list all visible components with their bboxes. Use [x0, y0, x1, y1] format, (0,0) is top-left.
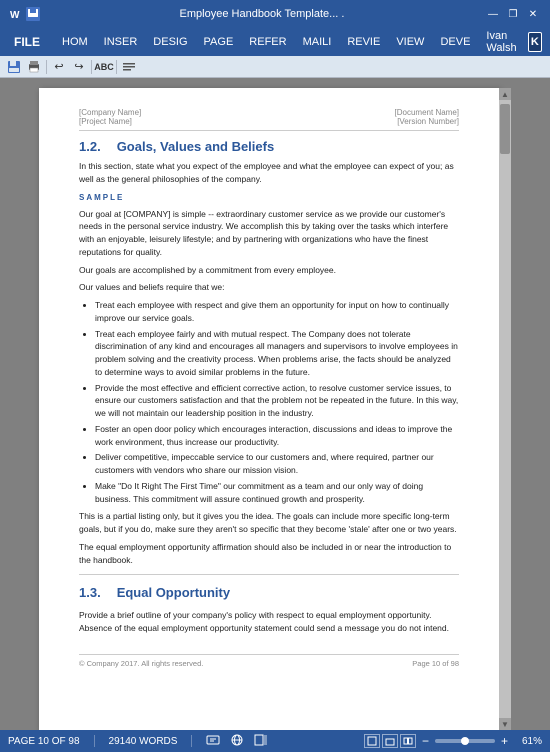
tab-view[interactable]: VIEW — [388, 28, 432, 56]
print-layout-btn[interactable] — [364, 734, 380, 748]
print-toolbar-btn[interactable] — [24, 58, 44, 76]
read-mode-btn[interactable] — [400, 734, 416, 748]
restore-button[interactable]: ❐ — [504, 7, 522, 21]
bullet-item-1: Treat each employee with respect and giv… — [95, 299, 459, 325]
zoom-minus[interactable]: − — [422, 734, 429, 748]
bullet-item-2: Treat each employee fairly and with mutu… — [95, 328, 459, 379]
bullet-item-5: Deliver competitive, impeccable service … — [95, 451, 459, 477]
ribbon: FILE HOM INSER DESIG PAGE REFER MAILI RE… — [0, 28, 550, 78]
window-title: Employee Handbook Template... . — [46, 8, 478, 20]
scrollbar[interactable]: ▲ ▼ — [499, 88, 511, 730]
tab-insert[interactable]: INSER — [96, 28, 146, 56]
ribbon-tabs: FILE HOM INSER DESIG PAGE REFER MAILI RE… — [0, 28, 550, 56]
footer-copyright: © Company 2017. All rights reserved. — [79, 659, 203, 668]
project-name-field: [Project Name] — [79, 117, 141, 126]
sample-label: SAMPLE — [79, 192, 459, 204]
ribbon-toolbar: ↩ ↪ ABC — [0, 56, 550, 78]
close-button[interactable]: ✕ — [524, 7, 542, 21]
tab-developer[interactable]: DEVE — [432, 28, 478, 56]
para-5: The equal employment opportunity affirma… — [79, 541, 459, 567]
document-area: [Company Name] [Project Name] [Document … — [0, 78, 550, 730]
user-name: Ivan Walsh — [486, 30, 523, 54]
company-name-field: [Company Name] — [79, 108, 141, 117]
zoom-percent: 61% — [514, 736, 542, 747]
document-name-field: [Document Name] — [395, 108, 459, 117]
layout-icon[interactable] — [254, 733, 268, 750]
word-count: 29140 WORDS — [109, 736, 178, 747]
word-icon: W — [8, 7, 22, 21]
zoom-plus[interactable]: + — [501, 734, 508, 748]
tab-mailings[interactable]: MAILI — [295, 28, 340, 56]
page-indicator: PAGE 10 OF 98 — [8, 736, 80, 747]
language-icon[interactable] — [230, 733, 244, 750]
user-avatar: K — [528, 32, 542, 52]
footer-page: Page 10 of 98 — [412, 659, 459, 668]
bullet-item-6: Make "Do It Right The First Time" our co… — [95, 480, 459, 506]
web-layout-btn[interactable] — [382, 734, 398, 748]
header-left: [Company Name] [Project Name] — [79, 108, 141, 126]
minimize-button[interactable]: — — [484, 7, 502, 21]
header-right: [Document Name] [Version Number] — [395, 108, 459, 126]
bullet-list: Treat each employee with respect and giv… — [95, 299, 459, 505]
scroll-track — [499, 100, 511, 718]
spelling-btn[interactable]: ABC — [94, 58, 114, 76]
zoom-thumb — [461, 737, 469, 745]
save-toolbar-btn[interactable] — [4, 58, 24, 76]
scroll-up-btn[interactable]: ▲ — [499, 88, 511, 100]
para-4: This is a partial listing only, but it g… — [79, 510, 459, 536]
version-number-field: [Version Number] — [395, 117, 459, 126]
section-1-2-title: Goals, Values and Beliefs — [117, 139, 275, 154]
title-bar-icons: W — [8, 7, 40, 21]
section-1-2-heading: 1.2. Goals, Values and Beliefs — [79, 139, 459, 154]
bullet-item-3: Provide the most effective and efficient… — [95, 382, 459, 420]
track-changes-icon[interactable] — [206, 733, 220, 750]
toolbar-separator-1 — [46, 60, 47, 74]
document-page: [Company Name] [Project Name] [Document … — [39, 88, 499, 730]
doc-body: In this section, state what you expect o… — [79, 160, 459, 634]
title-bar: W Employee Handbook Template... . — ❐ ✕ — [0, 0, 550, 28]
para-1: Our goal at [COMPANY] is simple -- extra… — [79, 208, 459, 259]
window-controls: — ❐ ✕ — [484, 7, 542, 21]
toolbar-separator-2 — [91, 60, 92, 74]
save-icon[interactable] — [26, 7, 40, 21]
status-bar: PAGE 10 OF 98 29140 WORDS — [0, 730, 550, 752]
status-sep-2 — [191, 735, 192, 747]
para-2: Our goals are accomplished by a commitme… — [79, 264, 459, 277]
status-sep-1 — [94, 735, 95, 747]
file-tab[interactable]: FILE — [0, 28, 54, 56]
section-divider — [79, 574, 459, 575]
scroll-down-btn[interactable]: ▼ — [499, 718, 511, 730]
zoom-slider[interactable] — [435, 739, 495, 743]
redo-btn[interactable]: ↪ — [69, 58, 89, 76]
section-1-3-title: Equal Opportunity — [117, 583, 230, 603]
tab-design[interactable]: DESIG — [145, 28, 195, 56]
para-3: Our values and beliefs require that we: — [79, 281, 459, 294]
para-6: Provide a brief outline of your company'… — [79, 609, 459, 635]
view-buttons — [364, 734, 416, 748]
tab-home[interactable]: HOM — [54, 28, 96, 56]
toolbar-separator-3 — [116, 60, 117, 74]
undo-btn[interactable]: ↩ — [49, 58, 69, 76]
tab-page[interactable]: PAGE — [196, 28, 242, 56]
tab-references[interactable]: REFER — [241, 28, 294, 56]
status-right: − + 61% — [364, 734, 542, 748]
section-intro: In this section, state what you expect o… — [79, 160, 459, 186]
doc-header: [Company Name] [Project Name] [Document … — [79, 108, 459, 131]
user-menu[interactable]: Ivan Walsh K — [478, 30, 550, 54]
svg-text:W: W — [10, 10, 20, 21]
section-1-2-num: 1.2. — [79, 139, 101, 154]
format-btn[interactable] — [119, 58, 139, 76]
scroll-thumb[interactable] — [500, 104, 510, 154]
section-1-3-num: 1.3. — [79, 583, 101, 603]
bullet-item-4: Foster an open door policy which encoura… — [95, 423, 459, 449]
section-1-3-heading: 1.3. Equal Opportunity — [79, 583, 459, 603]
tab-review[interactable]: REVIE — [339, 28, 388, 56]
